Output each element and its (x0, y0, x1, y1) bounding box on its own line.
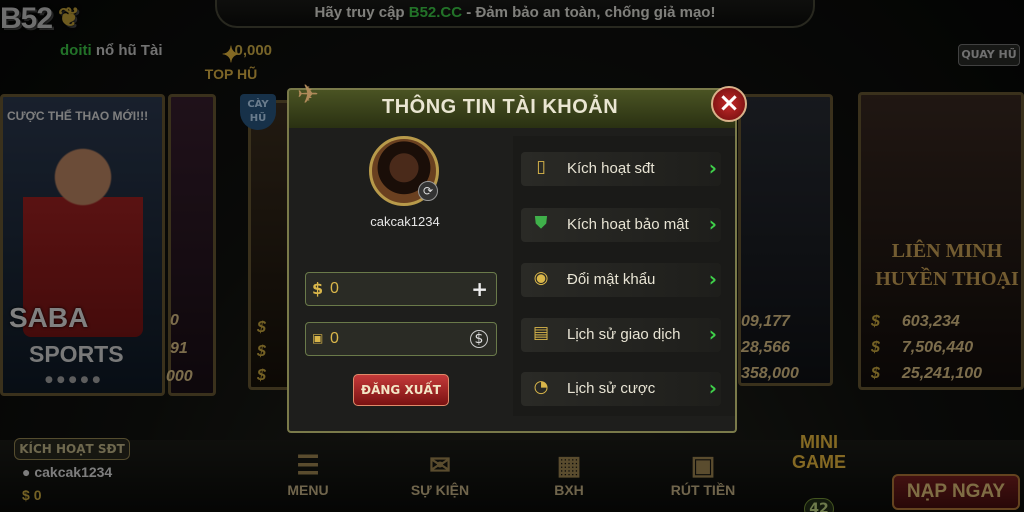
shield-icon: ⛊ (534, 213, 548, 233)
exchange-icon[interactable]: $ (470, 330, 488, 348)
chevron-right-icon: › (708, 322, 717, 346)
chevron-right-icon: › (708, 376, 717, 400)
gold-balance-value: 0 (330, 280, 339, 297)
silver-balance-value: 0 (330, 330, 339, 347)
gold-balance-field: $ 0 + (305, 272, 497, 306)
add-funds-icon[interactable]: + (471, 277, 488, 301)
lock-icon: ◉ (533, 268, 549, 288)
chevron-right-icon: › (708, 267, 717, 291)
dollar-icon: $ (312, 279, 324, 298)
modal-title: THÔNG TIN TÀI KHOẢN (382, 96, 619, 118)
username: cakcak1234 (370, 214, 440, 229)
menu-item-activate-security[interactable]: ⛊ Kích hoạt bảo mật › (521, 208, 721, 242)
phone-icon: ▯ (536, 157, 546, 177)
silver-balance-field: ▣ 0 $ (305, 322, 497, 356)
receipt-icon: ▤ (532, 323, 550, 343)
close-button[interactable]: × (711, 86, 747, 122)
card-icon: ▣ (312, 331, 324, 345)
swap-avatar-icon[interactable]: ⟳ (418, 181, 438, 201)
menu-item-transaction-history[interactable]: ▤ Lịch sử giao dịch › (521, 318, 721, 352)
chevron-right-icon: › (708, 212, 717, 236)
plane-icon: ✈ (297, 80, 319, 110)
menu-item-bet-history[interactable]: ◔ Lịch sử cược › (521, 372, 721, 406)
avatar[interactable]: ⟳ (369, 136, 439, 206)
account-info-modal: ✈ THÔNG TIN TÀI KHOẢN × ⟳ cakcak1234 $ 0… (287, 80, 747, 433)
close-icon: × (718, 88, 740, 118)
menu-item-change-password[interactable]: ◉ Đổi mật khẩu › (521, 263, 721, 297)
stopwatch-icon: ◔ (533, 377, 549, 397)
chevron-right-icon: › (708, 156, 717, 180)
logout-button[interactable]: ĐĂNG XUẤT (353, 374, 449, 406)
menu-item-activate-phone[interactable]: ▯ Kích hoạt sđt › (521, 152, 721, 186)
